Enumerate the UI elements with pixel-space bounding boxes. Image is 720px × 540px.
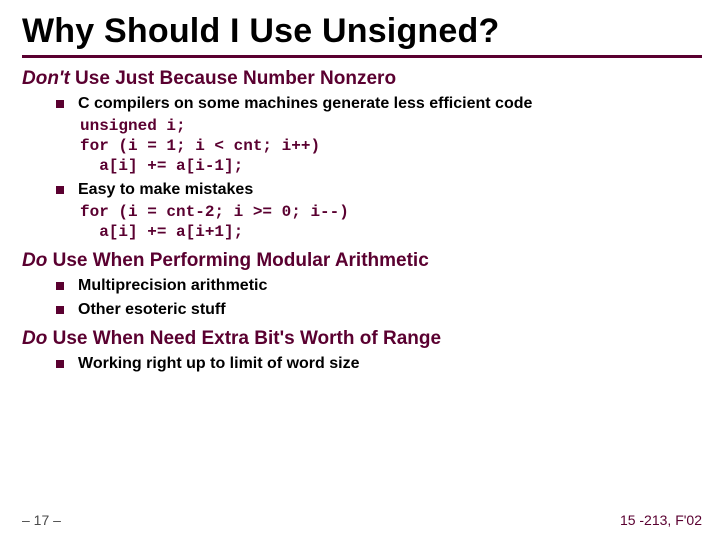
section-text: Use When Need Extra Bit's Worth of Range	[47, 328, 441, 349]
page-number: – 17 –	[22, 512, 61, 528]
bullet-list-3: Multiprecision arithmetic Other esoteric…	[56, 276, 702, 320]
section-text: Use When Performing Modular Arithmetic	[47, 250, 428, 271]
bullet-word-size: Working right up to limit of word size	[56, 354, 702, 374]
slide-title: Why Should I Use Unsigned?	[22, 12, 702, 51]
course-tag: 15 -213, F'02	[620, 512, 702, 528]
bullet-compilers: C compilers on some machines generate le…	[56, 94, 702, 114]
bullet-multiprecision: Multiprecision arithmetic	[56, 276, 702, 296]
section-emph: Do	[22, 328, 47, 349]
bullet-list-4: Working right up to limit of word size	[56, 354, 702, 374]
section-text: Use Just Because Number Nonzero	[70, 68, 396, 89]
bullet-list-2: Easy to make mistakes	[56, 180, 702, 200]
bullet-list-1: C compilers on some machines generate le…	[56, 94, 702, 114]
section-do-modular: Do Use When Performing Modular Arithmeti…	[22, 250, 702, 272]
section-emph: Don't	[22, 68, 70, 89]
code-block-1: unsigned i; for (i = 1; i < cnt; i++) a[…	[80, 116, 702, 176]
section-emph: Do	[22, 250, 47, 271]
bullet-esoteric: Other esoteric stuff	[56, 300, 702, 320]
section-do-range: Do Use When Need Extra Bit's Worth of Ra…	[22, 328, 702, 350]
title-rule	[22, 55, 702, 58]
section-dont-nonzero: Don't Use Just Because Number Nonzero	[22, 68, 702, 90]
bullet-mistakes: Easy to make mistakes	[56, 180, 702, 200]
code-block-2: for (i = cnt-2; i >= 0; i--) a[i] += a[i…	[80, 202, 702, 242]
slide: Why Should I Use Unsigned? Don't Use Jus…	[0, 0, 720, 540]
